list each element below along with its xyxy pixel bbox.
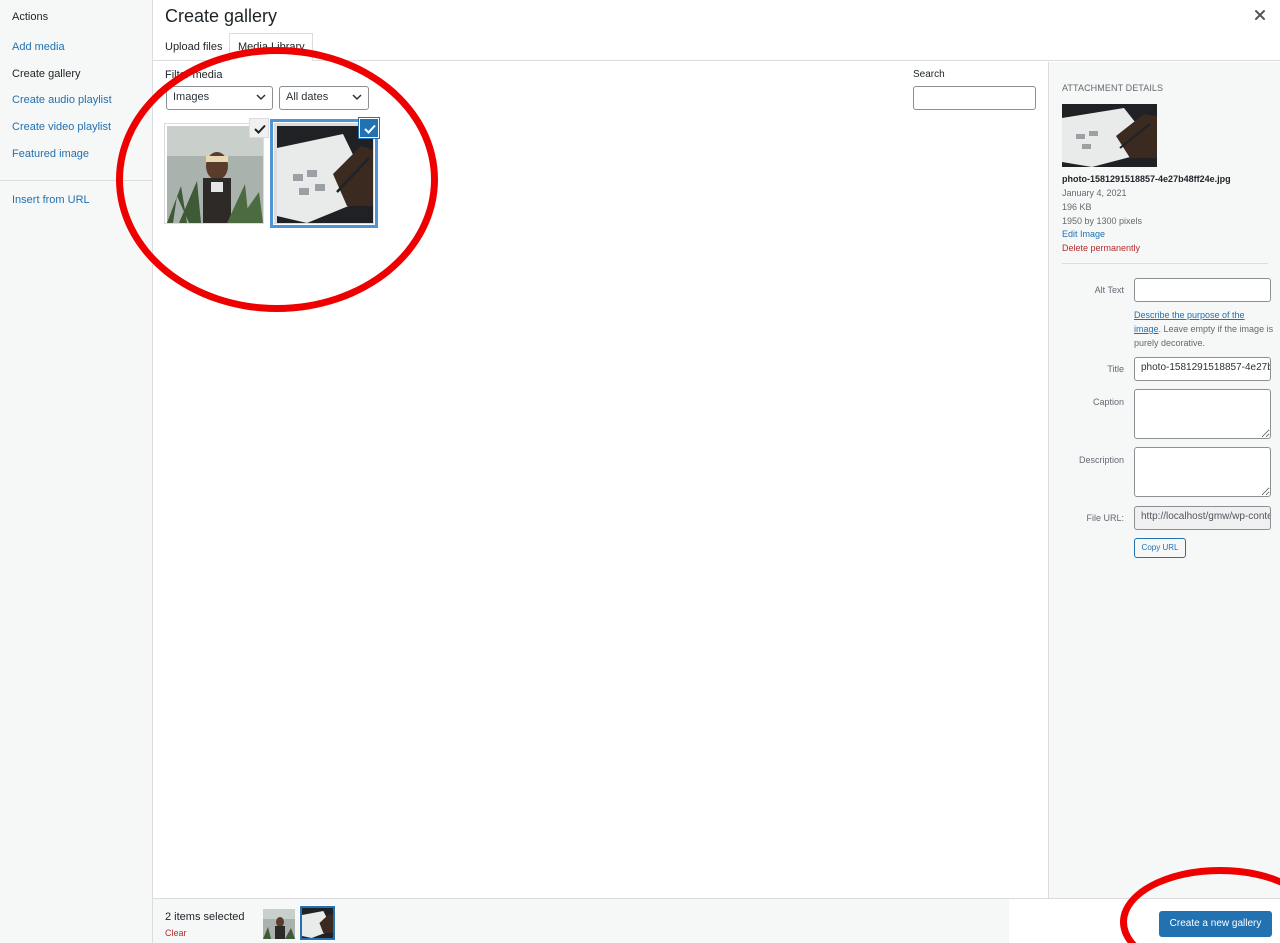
alt-text-input[interactable] [1134,278,1271,302]
alt-text-help: Describe the purpose of the image. Leave… [1134,308,1274,350]
filter-label: Filter media [165,69,223,81]
attachment-image [277,126,373,223]
close-button[interactable] [1252,7,1268,23]
tab-upload-files[interactable]: Upload files [165,41,222,53]
clear-selection-link[interactable]: Clear [165,928,187,938]
file-url-input[interactable]: http://localhost/gmw/wp-content/uploads/… [1134,506,1271,530]
details-filename: photo-1581291518857-4e27b48ff24e.jpg [1062,174,1231,184]
menu-item-insert-from-url[interactable]: Insert from URL [12,194,90,206]
selection-check-button[interactable] [359,118,379,138]
details-upload-date: January 4, 2021 [1062,188,1127,198]
title-label: Title [1107,364,1124,374]
media-menu: Actions Add media Create gallery Create … [0,0,153,943]
selected-attachment-thumb-current[interactable] [299,905,336,941]
attachment-image [167,126,263,223]
description-textarea[interactable] [1134,447,1271,497]
menu-item-add-media[interactable]: Add media [12,41,65,53]
details-file-size: 196 KB [1062,202,1092,212]
menu-item-featured-image[interactable]: Featured image [12,148,89,160]
attachments-browser: Filter media Images All dates Search [153,62,1048,898]
search-label: Search [913,69,945,80]
file-url-label: File URL: [1086,513,1124,523]
details-dimensions: 1950 by 1300 pixels [1062,216,1143,226]
checkmark-icon [364,124,376,134]
date-filter-select[interactable]: All dates [279,86,369,110]
selection-check-button[interactable] [249,118,269,138]
chevron-down-icon [352,94,362,101]
alt-text-label: Alt Text [1094,285,1124,295]
copy-url-button[interactable]: Copy URL [1134,538,1186,558]
title-input[interactable]: photo-1581291518857-4e27b48ff24e [1134,357,1271,381]
caption-textarea[interactable] [1134,389,1271,439]
menu-item-create-video-playlist[interactable]: Create video playlist [12,121,111,133]
delete-permanently-link[interactable]: Delete permanently [1062,243,1140,253]
media-toolbar: 2 items selected Clear Create a new gall… [153,898,1280,943]
media-type-value: Images [173,91,210,103]
chevron-down-icon [256,94,266,101]
menu-item-create-audio-playlist[interactable]: Create audio playlist [12,94,112,106]
attachment-thumbnail[interactable] [274,118,379,224]
details-heading: Attachment details [1062,83,1164,93]
description-label: Description [1078,455,1124,465]
selection-count: 2 items selected [165,911,245,923]
menu-item-create-gallery[interactable]: Create gallery [12,68,80,80]
selected-attachment-thumb[interactable] [263,909,295,939]
tab-media-library[interactable]: Media Library [229,33,313,61]
media-type-select[interactable]: Images [166,86,273,110]
create-new-gallery-button[interactable]: Create a new gallery [1159,911,1272,937]
menu-separator [0,180,152,181]
search-input[interactable] [913,86,1036,110]
attachment-details-sidebar: Attachment details photo-1581291518857-4… [1048,62,1280,898]
menu-heading: Actions [12,11,49,23]
close-icon [1255,10,1265,20]
details-divider [1062,263,1268,264]
modal-title: Create gallery [165,6,278,26]
modal-header: Create gallery Upload files Media Librar… [153,0,1280,61]
edit-image-link[interactable]: Edit Image [1062,229,1105,239]
details-thumbnail [1062,104,1157,167]
checkmark-icon [254,124,266,134]
date-filter-value: All dates [286,91,329,103]
attachment-thumbnail[interactable] [164,118,269,224]
caption-label: Caption [1092,397,1124,407]
